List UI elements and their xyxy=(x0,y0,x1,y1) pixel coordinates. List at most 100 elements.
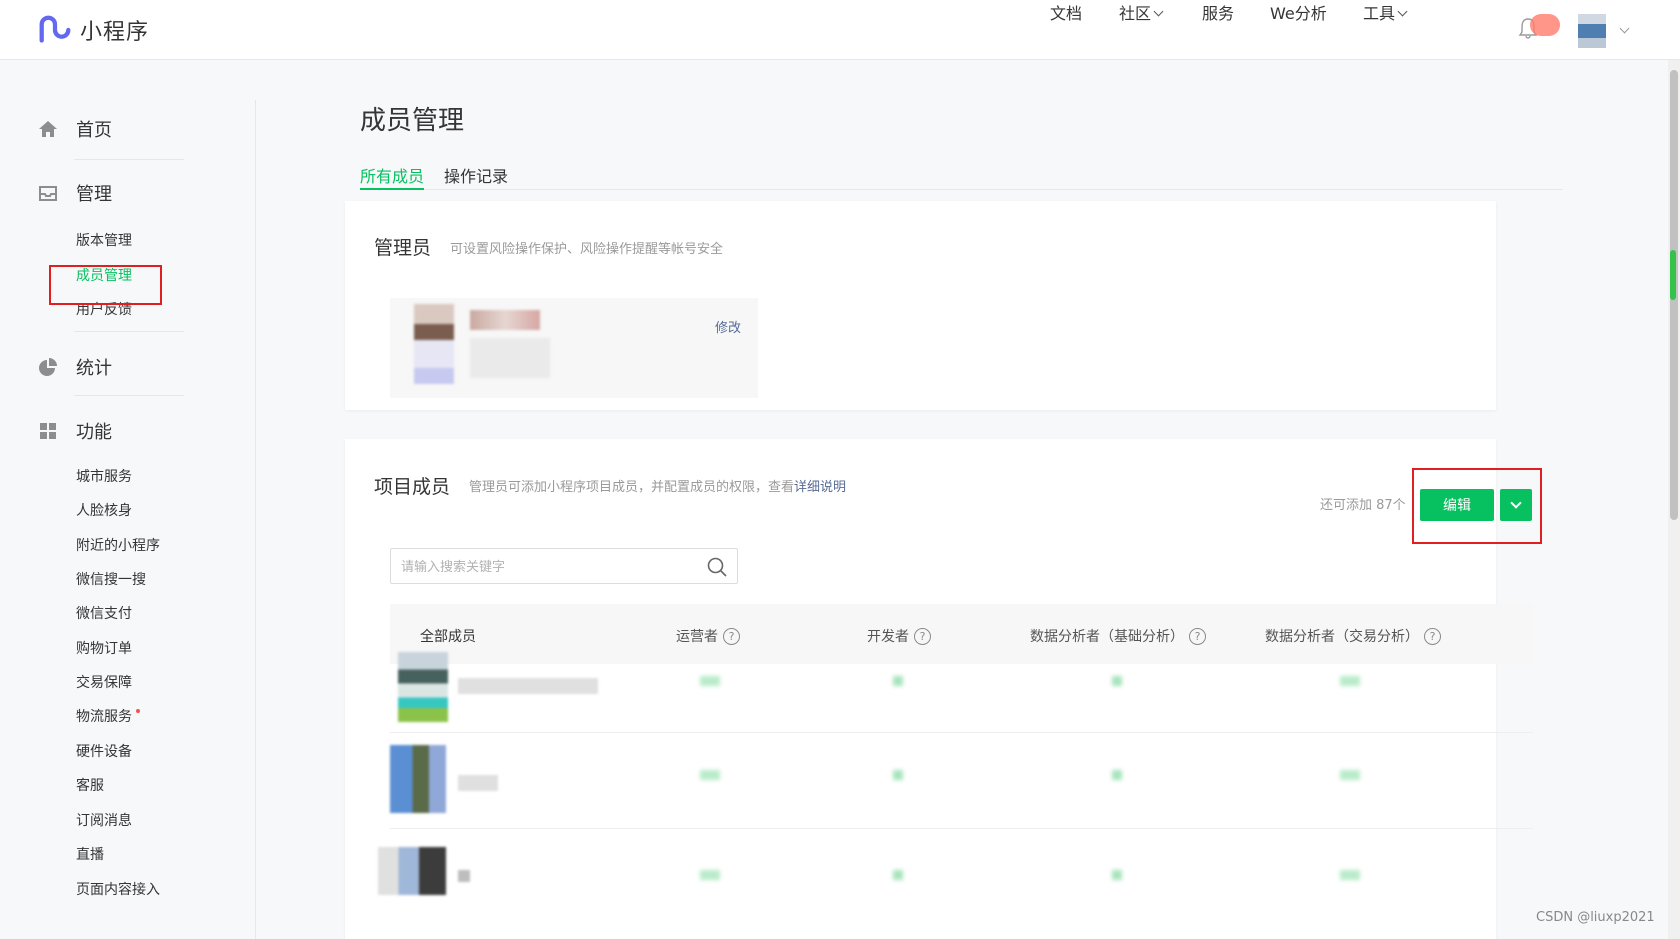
sidebar-item-city-service[interactable]: 城市服务 xyxy=(76,466,132,486)
nav-services[interactable]: 服务 xyxy=(1202,0,1234,24)
column-data-analyst-basic: 数据分析者（基础分析）? xyxy=(1030,626,1206,646)
sidebar-item-hardware[interactable]: 硬件设备 xyxy=(76,741,132,761)
sidebar-item-wechat-pay[interactable]: 微信支付 xyxy=(76,603,132,623)
sidebar-item-shopping-orders[interactable]: 购物订单 xyxy=(76,638,132,658)
column-data-analyst-trade: 数据分析者（交易分析）? xyxy=(1265,626,1441,646)
members-card-title: 项目成员 xyxy=(374,476,451,498)
admin-id-blurred xyxy=(470,338,550,378)
admin-edit-link[interactable]: 修改 xyxy=(715,317,741,336)
member-search xyxy=(390,548,738,584)
logo[interactable]: 小程序 xyxy=(38,14,149,46)
permission-check-icon xyxy=(1112,870,1122,880)
sidebar-item-label: 管理 xyxy=(76,184,112,205)
row-divider xyxy=(390,828,1533,829)
member-name-blurred xyxy=(458,870,470,882)
app-title: 小程序 xyxy=(80,20,150,45)
sidebar-item-features[interactable]: 功能 xyxy=(38,418,112,444)
highlight-box xyxy=(49,265,162,305)
sidebar-item-subscribe-msg[interactable]: 订阅消息 xyxy=(76,810,132,830)
notification-badge xyxy=(1530,14,1560,36)
column-label: 运营者 xyxy=(676,629,718,645)
sidebar-item-logistics[interactable]: 物流服务 xyxy=(76,706,140,726)
sidebar-item-label: 功能 xyxy=(76,422,112,443)
sidebar-item-label: 物流服务 xyxy=(76,709,132,725)
sidebar-item-wechat-search[interactable]: 微信搜一搜 xyxy=(76,569,146,589)
details-link[interactable]: 详细说明 xyxy=(794,480,846,495)
sidebar-item-label: 统计 xyxy=(76,358,112,379)
watermark: CSDN @liuxp2021 xyxy=(1536,910,1655,925)
members-desc-text: 管理员可添加小程序项目成员，并配置成员的权限，查看 xyxy=(469,480,795,495)
chevron-down-icon xyxy=(1153,6,1164,17)
chevron-down-icon xyxy=(1397,6,1408,17)
grid-icon xyxy=(40,423,56,439)
member-name-blurred xyxy=(458,678,598,694)
tab-bar: 所有成员 操作记录 xyxy=(360,160,1563,190)
tab-all-members[interactable]: 所有成员 xyxy=(360,163,425,190)
permission-check-icon xyxy=(893,870,903,880)
nav-we-analysis[interactable]: We分析 xyxy=(1270,0,1327,24)
nav-docs-label: 文档 xyxy=(1050,4,1083,23)
permission-check-icon xyxy=(700,676,720,686)
search-icon[interactable] xyxy=(707,557,727,577)
top-bar: 小程序 文档 社区 服务 We分析 工具 xyxy=(0,0,1680,60)
highlight-box xyxy=(1412,468,1542,544)
admin-card-desc: 可设置风险操作保护、风险操作提醒等帐号安全 xyxy=(450,242,724,257)
avatar xyxy=(378,847,446,895)
nav-we-analysis-label: We分析 xyxy=(1270,4,1327,23)
menu-divider xyxy=(74,395,184,396)
members-card-desc: 管理员可添加小程序项目成员，并配置成员的权限，查看详细说明 xyxy=(469,476,846,495)
tab-operation-log[interactable]: 操作记录 xyxy=(444,163,508,190)
permission-check-icon xyxy=(1340,676,1360,686)
column-label: 全部成员 xyxy=(420,629,476,645)
avatar[interactable] xyxy=(1578,14,1606,48)
sidebar-item-manage[interactable]: 管理 xyxy=(38,180,112,206)
chevron-down-icon[interactable] xyxy=(1619,23,1630,34)
sidebar-item-page-content[interactable]: 页面内容接入 xyxy=(76,879,160,899)
sidebar-divider xyxy=(255,100,256,939)
column-label: 数据分析者（交易分析） xyxy=(1265,629,1419,645)
permission-check-icon xyxy=(700,870,720,880)
sidebar-item-stats[interactable]: 统计 xyxy=(38,354,112,380)
sidebar-item-trade-guarantee[interactable]: 交易保障 xyxy=(76,672,132,692)
help-icon[interactable]: ? xyxy=(914,627,931,645)
mini-program-logo-icon xyxy=(39,15,71,43)
permission-check-icon xyxy=(1112,770,1122,780)
nav-tools-label: 工具 xyxy=(1363,4,1396,23)
side-handle[interactable] xyxy=(1670,250,1676,300)
nav-docs[interactable]: 文档 xyxy=(1050,0,1082,24)
permission-check-icon xyxy=(700,770,720,780)
sidebar-item-nearby[interactable]: 附近的小程序 xyxy=(76,535,160,555)
sidebar-item-home[interactable]: 首页 xyxy=(38,116,112,142)
table-header: 全部成员 运营者? 开发者? 数据分析者（基础分析）? 数据分析者（交易分析）? xyxy=(390,604,1533,664)
pie-chart-icon xyxy=(39,358,57,376)
sidebar-item-face-verify[interactable]: 人脸核身 xyxy=(76,500,132,520)
column-operator: 运营者? xyxy=(676,626,740,646)
row-divider xyxy=(390,732,1533,733)
new-dot-badge xyxy=(136,709,140,713)
menu-divider xyxy=(74,331,184,332)
permission-check-icon xyxy=(893,770,903,780)
sidebar-item-customer-service[interactable]: 客服 xyxy=(76,775,104,795)
permission-check-icon xyxy=(1112,676,1122,686)
window-scrollbar[interactable] xyxy=(1668,60,1680,939)
column-label: 开发者 xyxy=(867,629,909,645)
permission-check-icon xyxy=(1340,770,1360,780)
menu-divider xyxy=(74,159,184,160)
search-input[interactable] xyxy=(401,557,691,577)
sidebar-item-live[interactable]: 直播 xyxy=(76,844,104,864)
help-icon[interactable]: ? xyxy=(1424,627,1441,645)
nav-tools[interactable]: 工具 xyxy=(1363,0,1408,24)
sidebar-item-version-manage[interactable]: 版本管理 xyxy=(76,230,132,250)
avatar xyxy=(414,304,454,384)
nav-community[interactable]: 社区 xyxy=(1119,0,1164,24)
help-icon[interactable]: ? xyxy=(723,627,740,645)
admin-profile xyxy=(390,298,758,398)
column-developer: 开发者? xyxy=(867,626,931,646)
help-icon[interactable]: ? xyxy=(1189,627,1206,645)
admin-card-title: 管理员 xyxy=(374,237,432,259)
column-label: 数据分析者（基础分析） xyxy=(1030,629,1184,645)
avatar xyxy=(398,652,448,722)
sidebar-item-label: 首页 xyxy=(76,120,112,141)
remaining-count: 还可添加 87个 xyxy=(1320,498,1406,513)
nav-community-label: 社区 xyxy=(1119,4,1152,23)
